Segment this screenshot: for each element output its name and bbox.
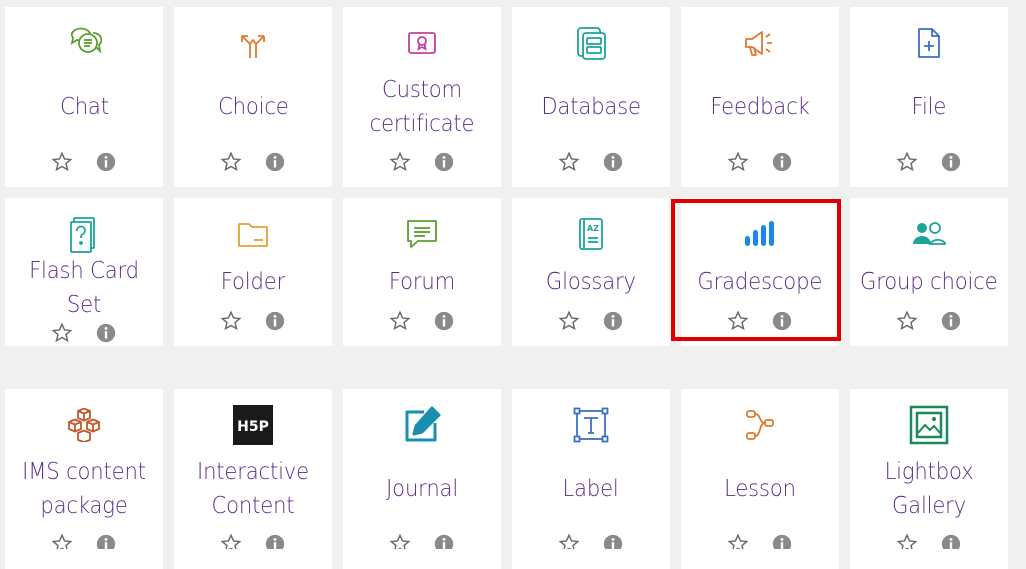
tile-label: Database: [541, 94, 641, 120]
tile-label: Glossary: [546, 269, 636, 295]
next-row-tile: [512, 549, 670, 556]
star-icon[interactable]: [51, 151, 73, 173]
star-icon[interactable]: [896, 151, 918, 173]
next-row-tile: [681, 549, 839, 556]
tile-journal[interactable]: Journal: [343, 389, 501, 569]
next-row-tile: [174, 549, 332, 556]
star-icon[interactable]: [727, 310, 749, 332]
info-icon[interactable]: [940, 151, 962, 173]
gradescope-icon: [740, 214, 780, 254]
tile-chat[interactable]: Chat: [5, 7, 163, 187]
tile-gradescope[interactable]: Gradescope: [681, 198, 839, 346]
info-icon[interactable]: [433, 151, 455, 173]
database-icon: [571, 23, 611, 63]
label-icon: [571, 405, 611, 445]
tile-label: File: [911, 94, 947, 120]
chat-icon: [64, 23, 104, 63]
journal-icon: [402, 405, 442, 445]
h5p-icon: H5P: [233, 405, 273, 445]
tile-label: IMS content package: [22, 459, 146, 519]
star-icon[interactable]: [389, 310, 411, 332]
choice-icon: [233, 23, 273, 63]
activity-chooser-page: { "colors": { "label": "#5a2c8c", "backg…: [0, 0, 1026, 569]
next-row-tile: [850, 549, 1008, 556]
tile-label: Gradescope: [697, 269, 823, 295]
tile-forum[interactable]: Forum: [343, 198, 501, 346]
svg-text:AZ: AZ: [587, 224, 599, 233]
tile-label: Feedback: [710, 94, 810, 120]
tile-interactive-content[interactable]: H5P Interactive Content: [174, 389, 332, 569]
next-row-tile: [343, 549, 501, 556]
tile-glossary[interactable]: AZ Glossary: [512, 198, 670, 346]
star-icon[interactable]: [220, 151, 242, 173]
info-icon[interactable]: [940, 310, 962, 332]
tile-label: Journal: [386, 476, 458, 502]
certificate-icon: [402, 23, 442, 63]
flashcard-icon: [64, 214, 104, 254]
tile-ims-content-package[interactable]: IMS content package: [5, 389, 163, 569]
file-icon: [909, 23, 949, 63]
tile-file[interactable]: File: [850, 7, 1008, 187]
ims-package-icon: [64, 405, 104, 445]
star-icon[interactable]: [896, 310, 918, 332]
next-row-tile: [5, 549, 163, 556]
info-icon[interactable]: [264, 151, 286, 173]
activity-grid: Chat Choice Custom certificate Database …: [5, 7, 1008, 569]
star-icon[interactable]: [220, 310, 242, 332]
tile-label: Lesson: [724, 476, 796, 502]
folder-icon: [233, 214, 273, 254]
tile-feedback[interactable]: Feedback: [681, 7, 839, 187]
tile-lightbox-gallery[interactable]: Lightbox Gallery: [850, 389, 1008, 569]
info-icon[interactable]: [602, 151, 624, 173]
tile-label: Forum: [388, 269, 456, 295]
info-icon[interactable]: [264, 310, 286, 332]
info-icon[interactable]: [433, 310, 455, 332]
tile-label-activity[interactable]: Label: [512, 389, 670, 569]
tile-label: Interactive Content: [197, 459, 309, 519]
tile-label: Flash Card Set: [29, 258, 139, 318]
forum-icon: [402, 214, 442, 254]
star-icon[interactable]: [558, 310, 580, 332]
tile-custom-certificate[interactable]: Custom certificate: [343, 7, 501, 187]
info-icon[interactable]: [771, 310, 793, 332]
tile-label: Folder: [220, 269, 286, 295]
group-choice-icon: [909, 214, 949, 254]
tile-database[interactable]: Database: [512, 7, 670, 187]
glossary-icon: AZ: [571, 214, 611, 254]
info-icon[interactable]: [771, 151, 793, 173]
lesson-icon: [740, 405, 780, 445]
info-icon[interactable]: [95, 322, 117, 344]
tile-lesson[interactable]: Lesson: [681, 389, 839, 569]
feedback-icon: [740, 23, 780, 63]
tile-group-choice[interactable]: Group choice: [850, 198, 1008, 346]
gallery-icon: [909, 405, 949, 445]
star-icon[interactable]: [558, 151, 580, 173]
tile-label: Choice: [217, 94, 289, 120]
info-icon[interactable]: [95, 151, 117, 173]
tile-choice[interactable]: Choice: [174, 7, 332, 187]
star-icon[interactable]: [727, 151, 749, 173]
tile-label: Label: [562, 476, 620, 502]
info-icon[interactable]: [602, 310, 624, 332]
star-icon[interactable]: [51, 322, 73, 344]
tile-folder[interactable]: Folder: [174, 198, 332, 346]
tile-flash-card-set[interactable]: Flash Card Set: [5, 198, 163, 346]
tile-label: Custom certificate: [369, 77, 475, 137]
tile-label: Group choice: [860, 269, 998, 295]
star-icon[interactable]: [389, 151, 411, 173]
tile-label: Lightbox Gallery: [884, 459, 974, 519]
tile-label: Chat: [59, 94, 109, 120]
h5p-text: H5P: [237, 419, 269, 435]
